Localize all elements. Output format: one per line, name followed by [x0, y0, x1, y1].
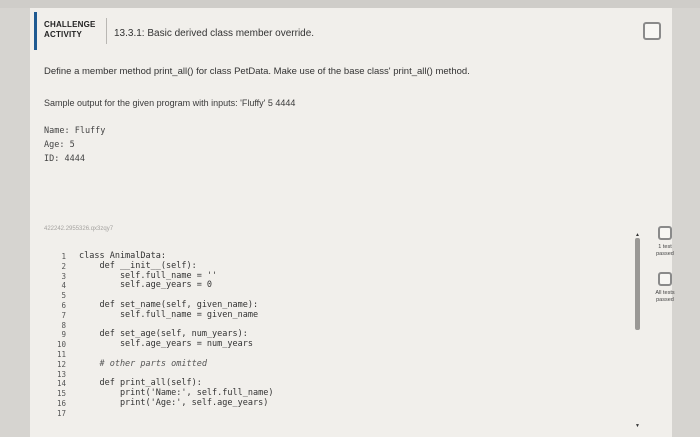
code-line[interactable]: self.full_name = given_name	[79, 310, 273, 321]
line-number: 4	[61, 281, 66, 291]
activity-title: 13.3.1: Basic derived class member overr…	[114, 28, 315, 39]
line-number: 13	[56, 369, 66, 379]
line-number: 8	[61, 320, 66, 330]
line-number: 15	[56, 389, 66, 399]
challenge-card: CHALLENGE ACTIVITY 13.3.1: Basic derived…	[30, 8, 672, 437]
line-number: 7	[61, 310, 66, 320]
editor-scrollbar[interactable]: ▲ ▼	[634, 232, 641, 429]
line-numbers: 1 2 3 4 5 6 7 8 9 10 11 12 13 14 15 16 1…	[46, 252, 66, 419]
sample-output-intro: Sample output for the given program with…	[44, 98, 296, 108]
header-divider	[106, 18, 107, 44]
line-number: 12	[56, 359, 66, 369]
all-tests-label-line: passed	[656, 296, 674, 303]
line-number: 16	[56, 398, 66, 408]
line-number: 1	[61, 252, 66, 261]
test-passed-label: 1 test passed	[645, 244, 685, 257]
line-number: 14	[56, 379, 66, 389]
code-comment-line[interactable]: # other parts omitted	[79, 359, 273, 370]
code-lines[interactable]: class AnimalData: def __init__(self): se…	[79, 251, 273, 419]
challenge-activity-badge: CHALLENGE ACTIVITY	[44, 20, 96, 40]
code-line[interactable]: self.age_years = 0	[79, 281, 273, 291]
task-description: Define a member method print_all() for c…	[44, 66, 470, 77]
code-line[interactable]: print('Age:', self.age_years)	[79, 398, 273, 409]
scroll-down-arrow-icon[interactable]: ▼	[634, 423, 641, 429]
badge-line-2: ACTIVITY	[44, 30, 83, 39]
activity-header: CHALLENGE ACTIVITY 13.3.1: Basic derived…	[30, 8, 672, 52]
test-checkbox-icon	[658, 226, 672, 240]
completion-checkbox-icon	[643, 22, 661, 40]
scrollbar-thumb[interactable]	[635, 238, 640, 330]
code-line[interactable]	[79, 409, 273, 419]
activity-id: 422242.2955326.qx3zqy7	[44, 226, 114, 232]
line-number: 2	[61, 261, 66, 271]
test-label-line: passed	[656, 250, 674, 257]
sample-output-line: Name: Fluffy	[44, 126, 106, 136]
header-accent-bar	[34, 12, 37, 50]
browser-top-strip	[0, 0, 700, 8]
line-number: 6	[61, 300, 66, 310]
badge-line-1: CHALLENGE	[44, 20, 96, 29]
sample-output-line: Age: 5	[44, 140, 75, 150]
line-number: 3	[61, 271, 66, 281]
all-tests-passed-label: All tests passed	[645, 290, 685, 303]
code-line[interactable]: self.age_years = num_years	[79, 339, 273, 350]
code-editor[interactable]: 1 2 3 4 5 6 7 8 9 10 11 12 13 14 15 16 1…	[46, 240, 636, 437]
test-status-panel: 1 test passed All tests passed	[645, 218, 685, 338]
line-number: 11	[56, 349, 66, 359]
line-number: 9	[61, 330, 66, 340]
sample-output: Name: Fluffy Age: 5 ID: 4444	[44, 124, 105, 166]
line-number: 5	[61, 291, 66, 301]
line-number: 10	[56, 340, 66, 350]
line-number: 17	[56, 408, 66, 418]
sample-output-line: ID: 4444	[44, 154, 85, 164]
all-tests-checkbox-icon	[658, 272, 672, 286]
